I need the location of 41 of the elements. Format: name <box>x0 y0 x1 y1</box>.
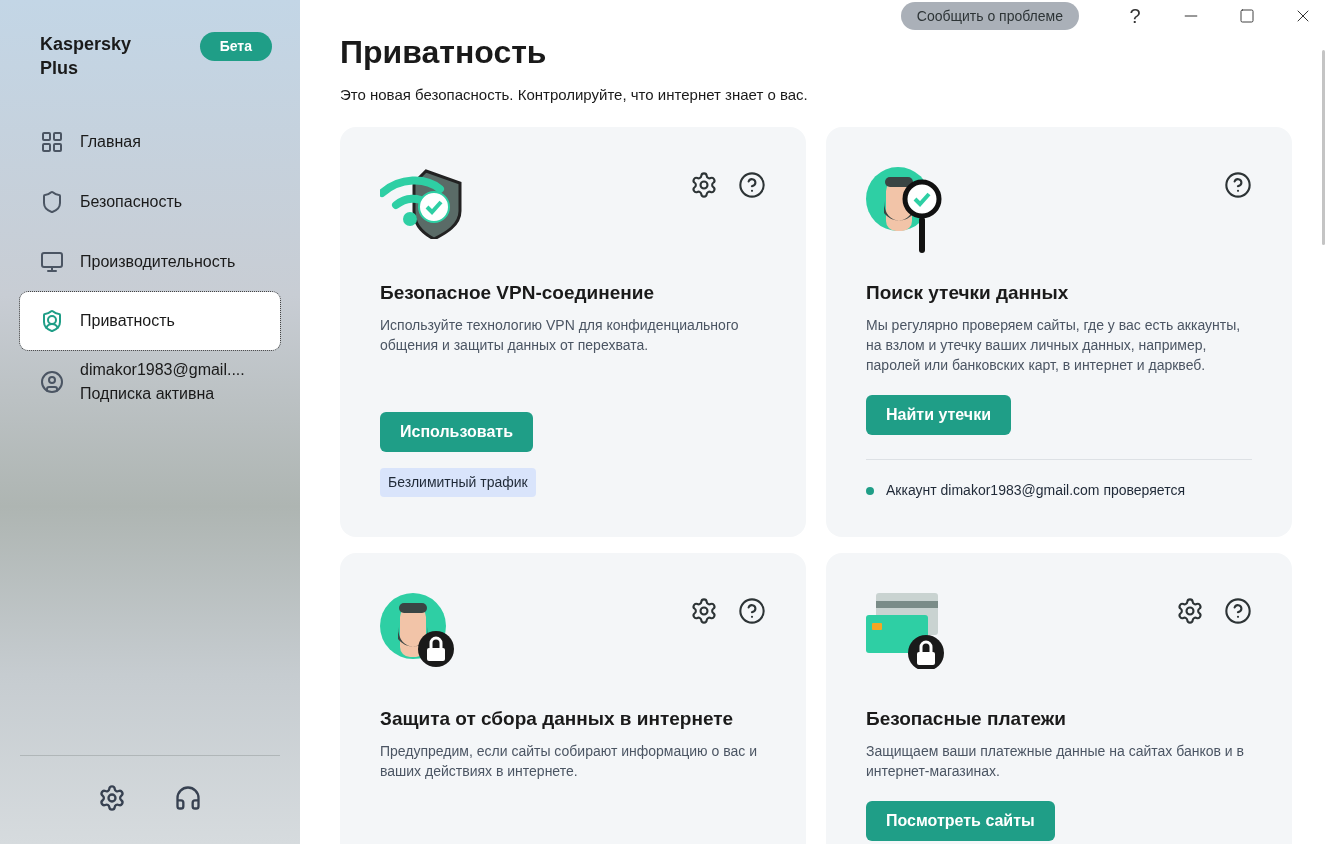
report-problem-button[interactable]: Сообщить о проблеме <box>900 2 1079 30</box>
card-description: Используйте технологию VPN для конфиденциального общения и защиты данных от перехвата. <box>380 316 740 355</box>
nav-item[interactable]: Производительность <box>20 232 280 292</box>
app-name: Kaspersky Plus <box>40 33 133 80</box>
wifi-shield-icon <box>380 166 462 239</box>
help-icon[interactable] <box>1224 596 1252 625</box>
help-button[interactable]: ? <box>1111 0 1159 32</box>
card-description: Мы регулярно проверяем сайты, где у вас есть аккаунты, на взлом и утечку ваших личных данных, например, паролей или банковских карт, в интернет и дарквеб. <box>866 316 1242 375</box>
status-text: Аккаунт dimakor1983@gmail.com проверяется <box>886 481 1185 500</box>
shield-user-icon <box>40 309 64 333</box>
monitor-icon <box>40 250 64 274</box>
subscription-status: Подписка активна <box>80 384 216 404</box>
settings-icon[interactable] <box>1176 596 1204 625</box>
card-title: Безопасное VPN-соединение <box>380 280 655 305</box>
nav-item[interactable]: Безопасность <box>20 172 280 232</box>
account-email[interactable]: dimakor1983@gmail.... <box>80 358 245 382</box>
card-lock-icon <box>866 592 944 669</box>
help-icon[interactable] <box>1224 170 1252 199</box>
page-title: Приватность <box>340 33 548 72</box>
card-title: Безопасные платежи <box>866 706 1067 731</box>
settings-icon[interactable] <box>690 170 718 199</box>
settings-icon[interactable] <box>690 596 718 625</box>
nav-item[interactable]: Главная <box>20 112 280 172</box>
card-title: Поиск утечки данных <box>866 280 1070 305</box>
feature-tag: Безлимитный трафик <box>380 467 536 497</box>
headset-icon[interactable] <box>174 784 202 812</box>
card-description: Предупредим, если сайты собирают информацию о вас и ваших действиях в интернете. <box>380 742 758 781</box>
help-icon[interactable] <box>738 596 766 625</box>
shield-icon <box>40 190 64 214</box>
nav-item[interactable]: Приватность <box>20 292 280 350</box>
card-title: Защита от сбора данных в интернете <box>380 706 735 731</box>
person-magnifier-icon <box>866 166 944 255</box>
person-lock-icon <box>380 592 456 669</box>
card-description: Защищаем ваши платежные данные на сайтах банков и в интернет-магазинах. <box>866 742 1245 781</box>
page-subtitle: Это новая безопасность. Контролируйте, что интернет знает о вас. <box>340 85 809 105</box>
help-icon[interactable] <box>738 170 766 199</box>
grid-icon <box>40 130 64 154</box>
settings-icon[interactable] <box>98 784 126 812</box>
scrollbar-thumb[interactable] <box>1322 50 1325 245</box>
account-icon <box>40 370 64 394</box>
beta-badge: Бета <box>199 32 272 61</box>
